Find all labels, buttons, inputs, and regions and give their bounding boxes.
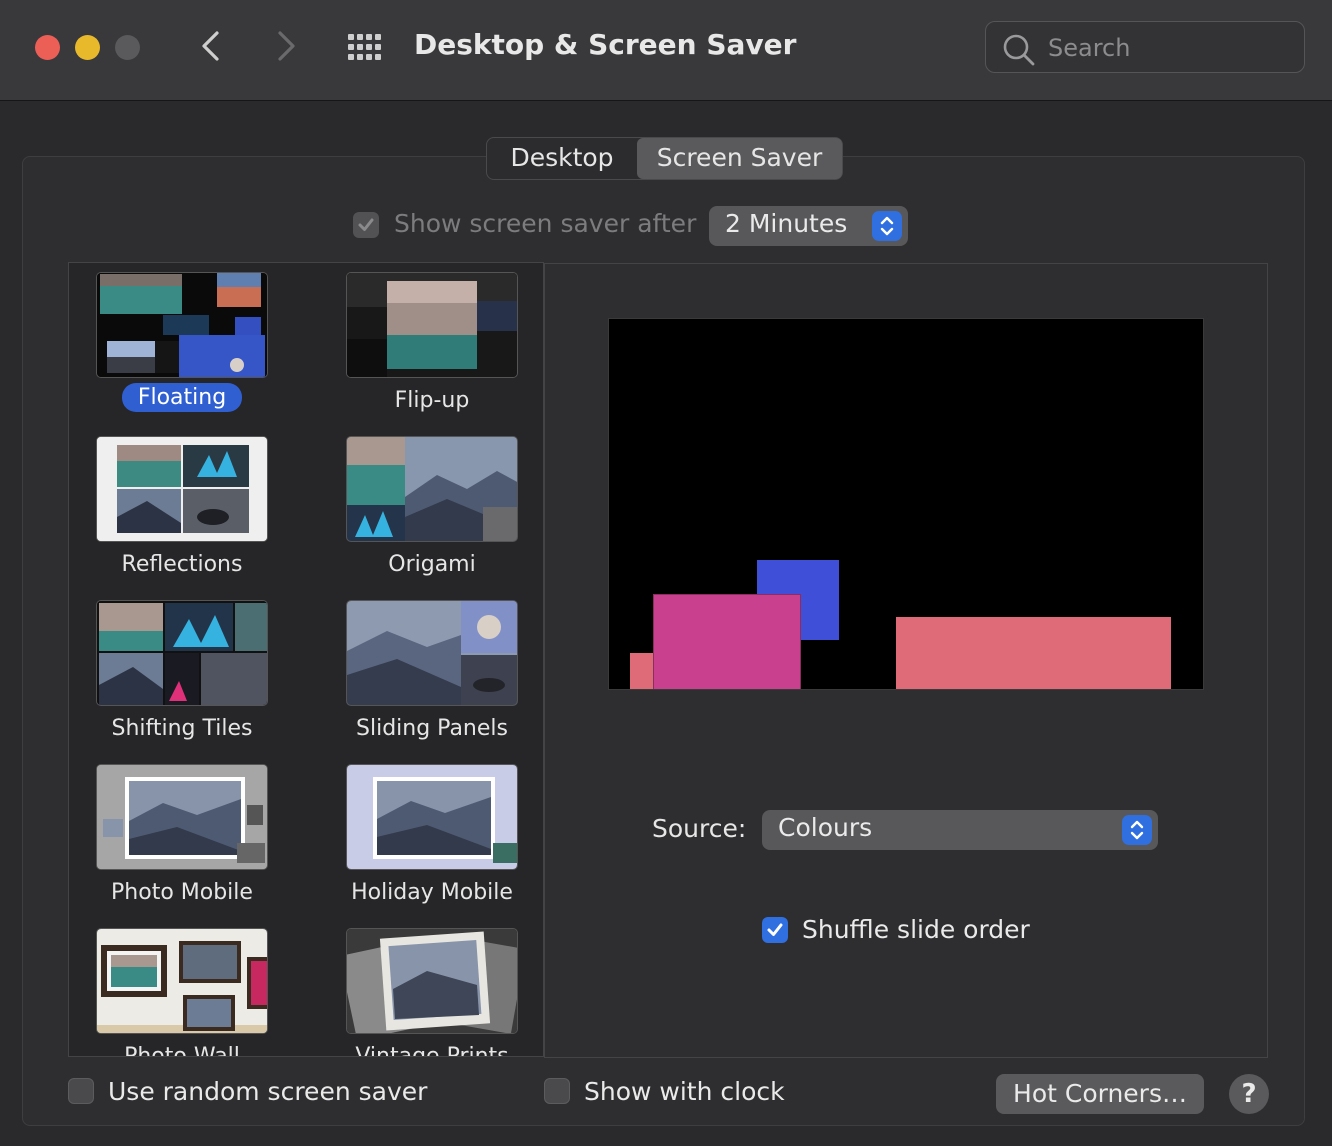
minimize-window-button[interactable] [75,35,100,60]
search-icon [1003,34,1035,66]
sliding-panels-thumbnail-image [347,601,517,705]
forward-button[interactable] [266,26,306,66]
close-window-button[interactable] [35,35,60,60]
checkmark-icon [358,218,374,231]
zoom-window-button[interactable] [115,35,140,60]
floating-thumbnail-image [97,273,267,377]
popup-stepper-icon [1122,815,1152,845]
title-bar: Desktop & Screen Saver [0,0,1332,101]
thumb-flip-up[interactable] [346,272,518,378]
tab-desktop[interactable]: Desktop [487,138,637,179]
reflections-thumbnail-image [97,437,267,541]
origami-thumbnail-image [347,437,517,541]
thumb-origami[interactable] [346,436,518,542]
thumb-holiday-mobile[interactable] [346,764,518,870]
show-after-checkbox[interactable] [353,212,379,238]
show-clock-label: Show with clock [584,1077,785,1106]
source-label: Source: [652,814,747,843]
holiday-mobile-thumbnail-image [347,765,517,869]
source-popup[interactable]: Colours [762,810,1158,850]
label-vintage-prints[interactable]: Vintage Prints [322,1044,542,1056]
thumb-shifting-tiles[interactable] [96,600,268,706]
label-flip-up[interactable]: Flip-up [322,388,542,413]
thumb-floating[interactable] [96,272,268,378]
show-after-label: Show screen saver after [394,209,697,238]
shifting-tiles-thumbnail-image [97,601,267,705]
preview-color-block [896,617,1171,689]
show-clock-checkbox[interactable] [544,1078,570,1104]
chevron-right-icon [278,31,295,61]
show-all-grid-icon[interactable] [345,31,385,65]
search-field[interactable] [985,21,1305,73]
flip-up-thumbnail-image [347,273,517,377]
shuffle-label: Shuffle slide order [802,915,1030,944]
checkmark-icon [767,923,783,936]
source-value: Colours [778,813,873,842]
tab-screen-saver[interactable]: Screen Saver [637,138,842,179]
random-saver-checkbox[interactable] [68,1078,94,1104]
window-title: Desktop & Screen Saver [414,28,797,61]
tab-control: Desktop Screen Saver [486,137,843,180]
label-floating[interactable]: Floating [72,383,292,412]
label-reflections[interactable]: Reflections [72,552,292,577]
label-photo-mobile[interactable]: Photo Mobile [72,880,292,905]
shuffle-checkbox[interactable] [762,917,788,943]
back-button[interactable] [191,26,231,66]
photo-wall-thumbnail-image [97,929,267,1033]
help-button[interactable]: ? [1229,1074,1269,1114]
photo-mobile-thumbnail-image [97,765,267,869]
search-input[interactable] [1046,30,1290,66]
popup-stepper-icon [872,211,902,241]
screen-saver-list[interactable]: Floating Flip-up Reflections Origami Shi… [68,262,544,1057]
random-saver-label: Use random screen saver [108,1077,428,1106]
label-shifting-tiles[interactable]: Shifting Tiles [72,716,292,741]
preview-color-block [653,594,801,689]
thumb-photo-mobile[interactable] [96,764,268,870]
hot-corners-button[interactable]: Hot Corners… [996,1074,1204,1114]
thumb-vintage-prints[interactable] [346,928,518,1034]
label-sliding-panels[interactable]: Sliding Panels [322,716,542,741]
show-after-value: 2 Minutes [725,209,848,238]
thumb-reflections[interactable] [96,436,268,542]
thumb-photo-wall[interactable] [96,928,268,1034]
thumb-sliding-panels[interactable] [346,600,518,706]
show-after-popup[interactable]: 2 Minutes [709,206,908,246]
vintage-prints-thumbnail-image [347,929,517,1033]
label-origami[interactable]: Origami [322,552,542,577]
label-photo-wall[interactable]: Photo Wall [72,1044,292,1056]
screen-saver-preview [608,318,1204,690]
chevron-left-icon [202,31,219,61]
label-holiday-mobile[interactable]: Holiday Mobile [322,880,542,905]
